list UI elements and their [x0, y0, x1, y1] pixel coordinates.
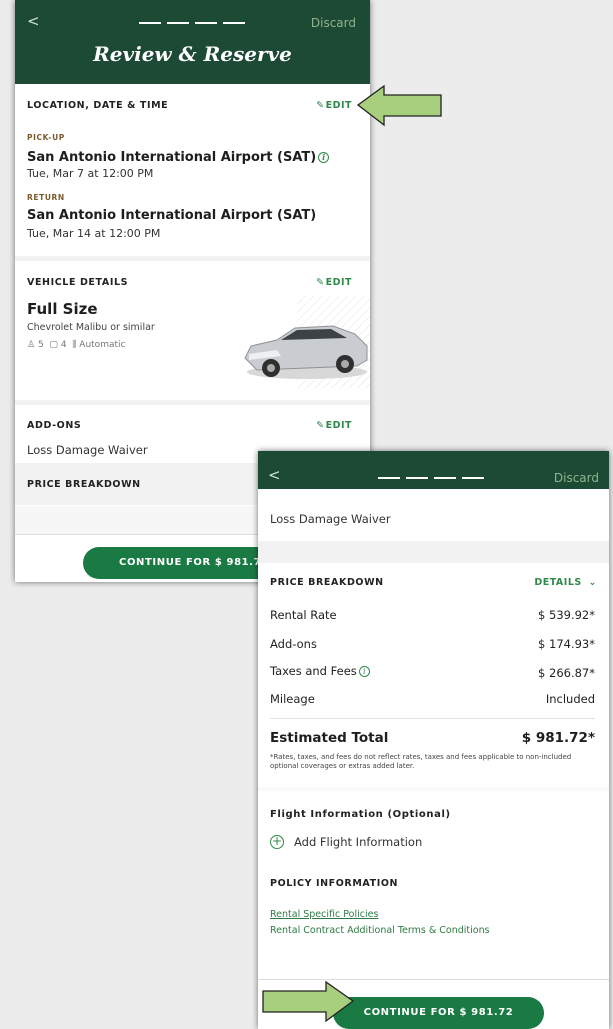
- price-row-label: Taxes and Fees i: [270, 664, 370, 678]
- section-divider: [258, 541, 609, 563]
- price-row-value: $ 539.92*: [538, 608, 595, 622]
- vehicle-features: ♙ 5 ▢ 4 ⫼ Automatic: [27, 340, 126, 350]
- pencil-icon: ✎: [316, 420, 325, 431]
- estimated-total-value: $ 981.72*: [521, 730, 595, 746]
- section-divider: [15, 256, 370, 261]
- addon-item: Loss Damage Waiver: [270, 512, 391, 526]
- return-datetime: Tue, Mar 14 at 12:00 PM: [27, 227, 161, 240]
- price-row-label: Add-ons: [270, 637, 317, 651]
- section-divider: [15, 400, 370, 405]
- vehicle-image: [244, 296, 370, 388]
- total-divider: [270, 718, 595, 719]
- add-flight-link[interactable]: Add Flight Information: [294, 835, 422, 849]
- location-edit-button[interactable]: ✎EDIT: [316, 100, 352, 111]
- vehicle-class: Full Size: [27, 300, 98, 318]
- terms-conditions-link[interactable]: Rental Contract Additional Terms & Condi…: [270, 925, 490, 936]
- vehicle-section-label: VEHICLE DETAILS: [27, 277, 129, 288]
- details-toggle[interactable]: DETAILS ⌄: [534, 577, 597, 588]
- person-icon: ♙: [27, 340, 36, 350]
- info-icon[interactable]: i: [358, 666, 370, 677]
- flight-section-label: Flight Information (Optional): [270, 809, 451, 820]
- pickup-datetime: Tue, Mar 7 at 12:00 PM: [27, 167, 154, 180]
- rental-policies-link[interactable]: Rental Specific Policies: [270, 909, 378, 920]
- chevron-left-icon[interactable]: <: [268, 466, 281, 484]
- price-row-value: Included: [545, 692, 595, 706]
- plus-circle-icon[interactable]: +: [270, 835, 284, 849]
- pencil-icon: ✎: [316, 277, 325, 288]
- gear-shift-icon: ⫼: [72, 340, 77, 350]
- arrow-pointer-icon: [356, 84, 442, 127]
- return-location: San Antonio International Airport (SAT): [27, 208, 317, 223]
- price-disclaimer: *Rates, taxes, and fees do not reflect r…: [270, 753, 572, 770]
- addons-section-label: ADD-ONS: [27, 420, 82, 431]
- header: < Discard Review & Reserve: [15, 0, 370, 84]
- arrow-pointer-icon: [262, 980, 355, 1023]
- header: < Discard: [258, 451, 609, 489]
- discard-button[interactable]: Discard: [311, 16, 356, 30]
- bag-icon: ▢: [49, 340, 58, 350]
- pickup-location: San Antonio International Airport (SAT) i: [27, 150, 330, 165]
- info-icon[interactable]: i: [318, 152, 330, 163]
- chevron-left-icon[interactable]: <: [27, 12, 40, 30]
- return-label: RETURN: [27, 193, 65, 202]
- continue-button[interactable]: CONTINUE FOR $ 981.72: [333, 997, 544, 1029]
- page-title: Review & Reserve: [93, 42, 292, 66]
- progress-indicator: [139, 22, 245, 24]
- location-section-label: LOCATION, DATE & TIME: [27, 100, 169, 111]
- vehicle-edit-button[interactable]: ✎EDIT: [316, 277, 352, 288]
- price-row-label: Mileage: [270, 692, 315, 706]
- section-divider: [258, 787, 609, 791]
- vehicle-model: Chevrolet Malibu or similar: [27, 322, 155, 333]
- estimated-total-label: Estimated Total: [270, 730, 389, 746]
- pencil-icon: ✎: [316, 100, 325, 111]
- chevron-down-icon: ⌄: [588, 577, 597, 588]
- review-screen-scrolled: < Discard Loss Damage Waiver PRICE BREAK…: [258, 451, 609, 1029]
- price-row-value: $ 266.87*: [538, 666, 595, 680]
- pickup-label: PICK-UP: [27, 133, 65, 142]
- addon-item: Loss Damage Waiver: [27, 443, 148, 457]
- price-section-label: PRICE BREAKDOWN: [270, 577, 384, 588]
- price-row-value: $ 174.93*: [538, 637, 595, 651]
- discard-button[interactable]: Discard: [554, 471, 599, 485]
- price-section-label: PRICE BREAKDOWN: [27, 479, 141, 490]
- price-row-label: Rental Rate: [270, 608, 337, 622]
- policy-section-label: POLICY INFORMATION: [270, 878, 399, 889]
- progress-indicator: [378, 477, 484, 479]
- addons-edit-button[interactable]: ✎EDIT: [316, 420, 352, 431]
